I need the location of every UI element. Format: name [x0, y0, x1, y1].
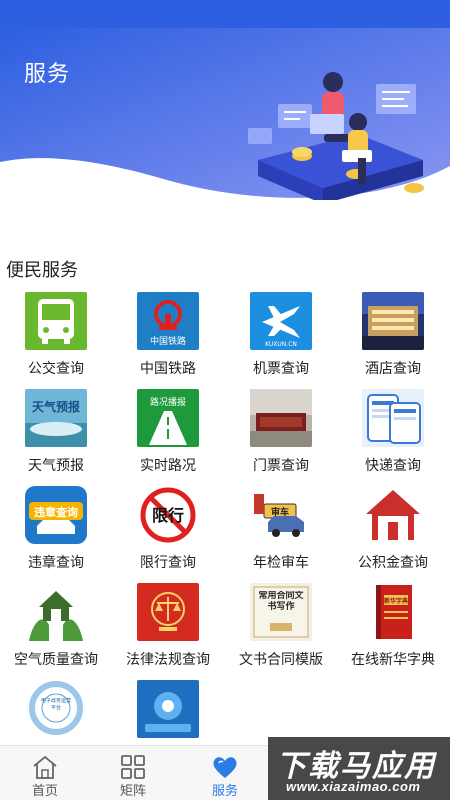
section-title: 便民服务 — [6, 260, 78, 280]
grid-icon — [121, 755, 145, 779]
watermark: 下载马应用 www.xiazaimao.com — [268, 737, 450, 800]
restriction-sign-icon: 限行 — [137, 486, 199, 544]
tile-text: 新华字典 — [384, 597, 408, 605]
car-violation-icon: 违章查询 — [25, 486, 87, 544]
service-label: 空气质量查询 — [14, 651, 98, 667]
tile-text: 路况播报 — [150, 396, 186, 408]
service-hotel[interactable]: 酒店查询 — [337, 290, 449, 387]
service-label: 机票查询 — [253, 360, 309, 376]
service-label: 公积金查询 — [358, 554, 428, 570]
service-label: 公交查询 — [28, 360, 84, 376]
service-weather[interactable]: 天气预报 天气预报 — [0, 387, 112, 484]
service-dictionary[interactable]: 新华字典 在线新华字典 — [337, 581, 449, 678]
service-traffic[interactable]: 路况播报 实时路况 — [112, 387, 224, 484]
china-railway-icon: 中国铁路 — [137, 292, 199, 350]
service-flight[interactable]: KUXUN.CN 机票查询 — [225, 290, 337, 387]
tile-text: 常用合同文书写作 — [258, 591, 304, 612]
service-contract[interactable]: 常用合同文书写作 文书合同模版 — [225, 581, 337, 678]
tab-label: 矩阵 — [119, 783, 146, 798]
service-air-quality[interactable]: 空气质量查询 — [0, 581, 112, 678]
service-illustration — [248, 72, 424, 200]
header-banner: 服务 — [0, 28, 450, 200]
service-fund[interactable]: 公积金查询 — [337, 484, 449, 581]
service-label: 在线新华字典 — [351, 651, 435, 667]
air-quality-icon — [25, 583, 87, 641]
service-label: 酒店查询 — [365, 360, 421, 376]
service-label: 年检审车 — [253, 554, 309, 570]
service-ticket[interactable]: 门票查询 — [225, 387, 337, 484]
book-icon: 常用合同文书写作 — [250, 583, 312, 641]
service-restriction[interactable]: 限行 限行查询 — [112, 484, 224, 581]
service-label: 文书合同模版 — [239, 651, 323, 667]
service-label: 实时路况 — [140, 457, 196, 473]
tab-matrix[interactable]: 矩阵 — [88, 746, 178, 800]
service-law[interactable]: 法律法规查询 — [112, 581, 224, 678]
hotel-icon — [362, 292, 424, 350]
road-icon: 路况播报 — [137, 389, 199, 447]
airplane-icon: KUXUN.CN — [250, 292, 312, 350]
tile-text: 限行 — [152, 506, 184, 525]
home-icon — [33, 755, 57, 779]
tab-service[interactable]: 服务 — [180, 746, 270, 800]
dictionary-icon: 新华字典 — [362, 583, 424, 641]
weather-icon: 天气预报 — [25, 389, 87, 447]
service-label: 限行查询 — [140, 554, 196, 570]
house-icon — [362, 486, 424, 544]
service-express[interactable]: 快递查询 — [337, 387, 449, 484]
tab-label: 服务 — [211, 783, 238, 798]
service-label: 法律法规查询 — [126, 651, 210, 667]
tile-text: 天气预报 — [32, 399, 80, 414]
tile-text: 中国铁路 — [150, 335, 186, 347]
tab-home[interactable]: 首页 — [0, 746, 90, 800]
inspection-car-icon: 审车 — [250, 486, 312, 544]
status-bar — [0, 0, 450, 28]
service-bus[interactable]: 公交查询 — [0, 290, 112, 387]
service-label: 天气预报 — [28, 457, 84, 473]
tab-label: 首页 — [31, 783, 58, 798]
service-label: 门票查询 — [253, 457, 309, 473]
egov-platform-icon: 电子政务运营平台 — [25, 680, 87, 738]
service-label: 中国铁路 — [140, 360, 196, 376]
heart-icon — [213, 757, 237, 778]
package-icon — [362, 389, 424, 447]
service-label: 违章查询 — [28, 554, 84, 570]
law-emblem-icon — [137, 583, 199, 641]
service-violation[interactable]: 违章查询 违章查询 — [0, 484, 112, 581]
ticket-icon — [250, 389, 312, 447]
watermark-url: www.xiazaimao.com — [286, 779, 421, 794]
tile-text: 违章查询 — [34, 505, 78, 519]
bus-icon — [25, 292, 87, 350]
page-title: 服务 — [24, 61, 71, 86]
service-inspection[interactable]: 审车 年检审车 — [225, 484, 337, 581]
tile-text: KUXUN.CN — [265, 341, 297, 348]
service-railway[interactable]: 中国铁路 中国铁路 — [112, 290, 224, 387]
service-label: 快递查询 — [365, 457, 421, 473]
tile-text: 电子政务运营平台 — [41, 698, 71, 711]
app-banner-icon — [137, 680, 199, 738]
